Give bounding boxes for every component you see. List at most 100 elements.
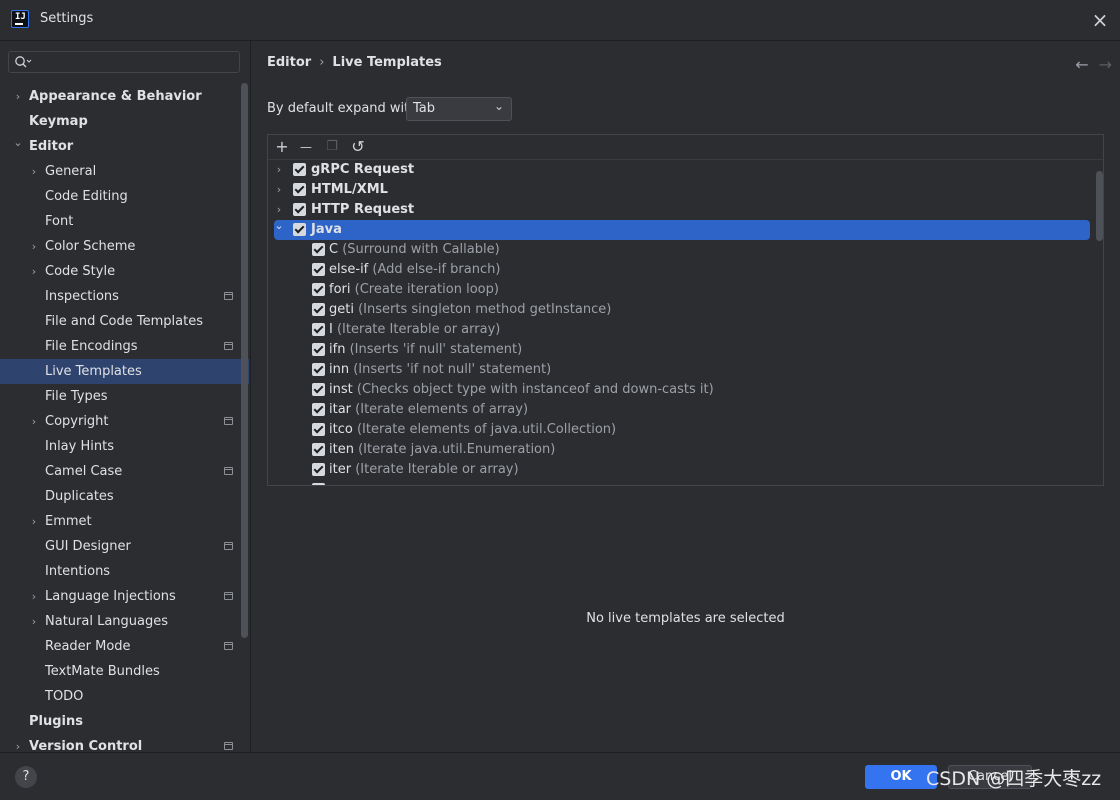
sidebar-item-file-and-code-templates[interactable]: File and Code Templates bbox=[0, 309, 250, 334]
sidebar-item-live-templates[interactable]: Live Templates bbox=[0, 359, 249, 384]
template-checkbox[interactable] bbox=[312, 303, 325, 316]
chevron-down-icon[interactable]: ⌄ bbox=[12, 130, 24, 155]
sidebar-item-code-style[interactable]: › Code Style bbox=[0, 259, 250, 284]
template-group-row[interactable]: ⌄ Java bbox=[274, 219, 1090, 240]
project-level-icon bbox=[224, 292, 233, 300]
sidebar-item-label: Color Scheme bbox=[45, 239, 136, 254]
sidebar-item-inlay-hints[interactable]: Inlay Hints bbox=[0, 434, 250, 459]
sidebar-item-keymap[interactable]: Keymap bbox=[0, 109, 250, 134]
sidebar-item-font[interactable]: Font bbox=[0, 209, 250, 234]
template-checkbox[interactable] bbox=[312, 263, 325, 276]
chevron-right-icon[interactable]: › bbox=[28, 509, 40, 534]
add-icon[interactable]: + bbox=[272, 137, 292, 157]
group-checkbox[interactable] bbox=[293, 163, 306, 176]
sidebar-item-label: GUI Designer bbox=[45, 539, 131, 554]
back-arrow-icon[interactable]: ← bbox=[1075, 55, 1088, 74]
group-checkbox[interactable] bbox=[293, 203, 306, 216]
dialog-footer: ? Cancel OK CSDN @四季大枣zz bbox=[0, 752, 1120, 800]
template-row[interactable]: itar (Iterate elements of array) bbox=[268, 400, 1088, 420]
sidebar-item-gui-designer[interactable]: GUI Designer bbox=[0, 534, 250, 559]
template-checkbox[interactable] bbox=[312, 483, 325, 485]
forward-arrow-icon[interactable]: → bbox=[1099, 55, 1112, 74]
template-abbreviation: itar bbox=[329, 402, 352, 417]
template-checkbox[interactable] bbox=[312, 463, 325, 476]
chevron-right-icon[interactable]: › bbox=[28, 584, 40, 609]
sidebar-item-editor[interactable]: ⌄ Editor bbox=[0, 134, 250, 159]
template-row[interactable]: I (Iterate Iterable or array) bbox=[268, 320, 1088, 340]
template-checkbox[interactable] bbox=[312, 343, 325, 356]
sidebar-item-label: Copyright bbox=[45, 414, 109, 429]
sidebar-item-todo[interactable]: TODO bbox=[0, 684, 250, 709]
search-field[interactable] bbox=[8, 51, 240, 73]
sidebar-item-language-injections[interactable]: › Language Injections bbox=[0, 584, 250, 609]
remove-icon[interactable]: — bbox=[296, 137, 316, 157]
sidebar-item-emmet[interactable]: › Emmet bbox=[0, 509, 250, 534]
group-checkbox[interactable] bbox=[293, 183, 306, 196]
template-row[interactable] bbox=[268, 480, 1088, 485]
copy-icon[interactable]: ❐ bbox=[322, 137, 342, 157]
chevron-right-icon[interactable]: › bbox=[28, 409, 40, 434]
group-checkbox[interactable] bbox=[293, 223, 306, 236]
template-checkbox[interactable] bbox=[312, 383, 325, 396]
help-button[interactable]: ? bbox=[15, 766, 37, 788]
sidebar-item-label: Appearance & Behavior bbox=[29, 89, 202, 104]
chevron-right-icon[interactable]: › bbox=[272, 180, 286, 200]
template-group-row[interactable]: › HTTP Request bbox=[268, 200, 1088, 220]
chevron-right-icon[interactable]: › bbox=[272, 160, 286, 180]
template-row[interactable]: iter (Iterate Iterable or array) bbox=[268, 460, 1088, 480]
restore-icon[interactable]: ↺ bbox=[348, 137, 368, 157]
templates-scrollbar[interactable] bbox=[1096, 171, 1103, 241]
sidebar-item-inspections[interactable]: Inspections bbox=[0, 284, 250, 309]
sidebar-scrollbar[interactable] bbox=[241, 83, 248, 638]
chevron-right-icon[interactable]: › bbox=[12, 84, 24, 109]
template-abbreviation: C bbox=[329, 242, 339, 257]
template-checkbox[interactable] bbox=[312, 363, 325, 376]
template-row[interactable]: inst (Checks object type with instanceof… bbox=[268, 380, 1088, 400]
sidebar-item-copyright[interactable]: › Copyright bbox=[0, 409, 250, 434]
template-row[interactable]: inn (Inserts 'if not null' statement) bbox=[268, 360, 1088, 380]
template-description: (Add else-if branch) bbox=[368, 262, 501, 277]
breadcrumb-parent[interactable]: Editor bbox=[267, 55, 311, 70]
template-checkbox[interactable] bbox=[312, 283, 325, 296]
sidebar-item-textmate-bundles[interactable]: TextMate Bundles bbox=[0, 659, 250, 684]
template-checkbox[interactable] bbox=[312, 243, 325, 256]
sidebar-item-intentions[interactable]: Intentions bbox=[0, 559, 250, 584]
chevron-right-icon[interactable]: › bbox=[28, 259, 40, 284]
template-checkbox[interactable] bbox=[312, 443, 325, 456]
sidebar-item-file-types[interactable]: File Types bbox=[0, 384, 250, 409]
template-text: itco (Iterate elements of java.util.Coll… bbox=[329, 420, 616, 440]
sidebar-item-color-scheme[interactable]: › Color Scheme bbox=[0, 234, 250, 259]
template-checkbox[interactable] bbox=[312, 423, 325, 436]
template-group-row[interactable]: › gRPC Request bbox=[268, 160, 1088, 180]
template-row[interactable]: iten (Iterate java.util.Enumeration) bbox=[268, 440, 1088, 460]
chevron-right-icon[interactable]: › bbox=[28, 159, 40, 184]
template-checkbox[interactable] bbox=[312, 323, 325, 336]
sidebar-item-duplicates[interactable]: Duplicates bbox=[0, 484, 250, 509]
sidebar-item-camel-case[interactable]: Camel Case bbox=[0, 459, 250, 484]
sidebar-item-natural-languages[interactable]: › Natural Languages bbox=[0, 609, 250, 634]
sidebar-item-code-editing[interactable]: Code Editing bbox=[0, 184, 250, 209]
chevron-right-icon[interactable]: › bbox=[28, 234, 40, 259]
close-icon[interactable]: × bbox=[1090, 10, 1110, 30]
sidebar-item-general[interactable]: › General bbox=[0, 159, 250, 184]
template-group-row[interactable]: › HTML/XML bbox=[268, 180, 1088, 200]
template-checkbox[interactable] bbox=[312, 403, 325, 416]
template-text: else-if (Add else-if branch) bbox=[329, 260, 500, 280]
chevron-down-icon[interactable]: ⌄ bbox=[272, 216, 286, 236]
template-row[interactable]: C (Surround with Callable) bbox=[268, 240, 1088, 260]
sidebar-item-label: Inspections bbox=[45, 289, 119, 304]
project-level-icon bbox=[224, 417, 233, 425]
sidebar-item-plugins[interactable]: Plugins bbox=[0, 709, 250, 734]
sidebar-item-appearance-behavior[interactable]: › Appearance & Behavior bbox=[0, 84, 250, 109]
template-row[interactable]: geti (Inserts singleton method getInstan… bbox=[268, 300, 1088, 320]
template-row[interactable]: itco (Iterate elements of java.util.Coll… bbox=[268, 420, 1088, 440]
sidebar-item-label: Keymap bbox=[29, 114, 88, 129]
template-row[interactable]: fori (Create iteration loop) bbox=[268, 280, 1088, 300]
expand-with-select[interactable]: Tab ⌄ bbox=[406, 97, 512, 121]
search-input[interactable] bbox=[37, 54, 239, 72]
sidebar-item-file-encodings[interactable]: File Encodings bbox=[0, 334, 250, 359]
template-row[interactable]: else-if (Add else-if branch) bbox=[268, 260, 1088, 280]
chevron-right-icon[interactable]: › bbox=[28, 609, 40, 634]
sidebar-item-reader-mode[interactable]: Reader Mode bbox=[0, 634, 250, 659]
template-row[interactable]: ifn (Inserts 'if null' statement) bbox=[268, 340, 1088, 360]
